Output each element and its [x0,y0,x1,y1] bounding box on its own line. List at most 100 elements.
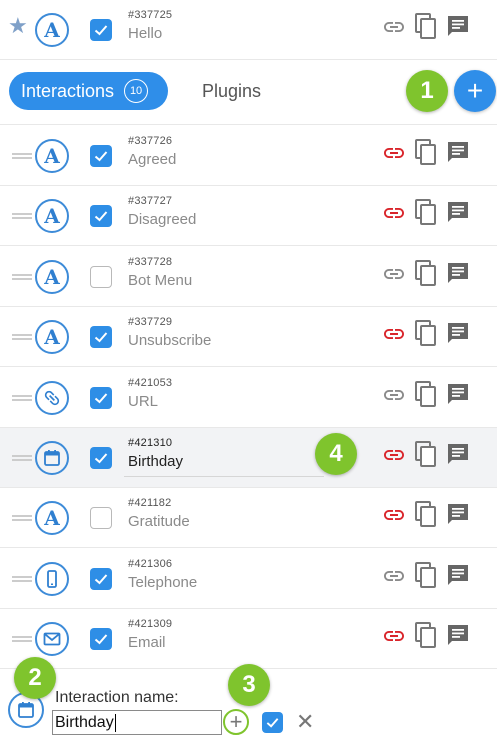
interaction-name[interactable]: Telephone [128,574,197,591]
interaction-id: #421053 [128,376,173,389]
enabled-checkbox[interactable] [90,265,112,288]
interaction-name[interactable]: Unsubscribe [128,332,211,349]
enabled-checkbox[interactable] [90,386,112,409]
link-icon[interactable] [382,201,406,230]
interaction-name[interactable]: Bot Menu [128,272,192,289]
link-icon[interactable] [382,383,406,412]
copy-icon[interactable] [414,12,438,45]
comment-icon[interactable] [446,502,470,531]
link-icon[interactable] [382,262,406,291]
interaction-name[interactable]: Gratitude [128,513,190,530]
copy-icon[interactable] [414,440,438,473]
interaction-row[interactable]: A #337727 Disagreed [0,186,497,247]
interaction-name[interactable]: Disagreed [128,211,196,228]
interaction-name[interactable]: Agreed [128,151,176,168]
drag-handle-icon[interactable] [12,213,32,220]
enabled-checkbox[interactable] [90,145,112,167]
drag-handle-icon[interactable] [12,153,32,159]
step-badge-2: 2 [14,657,56,699]
copy-icon[interactable] [414,138,438,171]
name-edit-underline [124,476,324,477]
cancel-button[interactable]: ✕ [296,711,314,733]
interaction-row[interactable]: #421306 Telephone [0,548,497,609]
enabled-checkbox[interactable] [90,205,112,228]
interaction-name[interactable]: URL [128,393,158,410]
tab-interactions-label: Interactions [21,80,115,101]
comment-icon[interactable] [446,14,470,43]
interaction-row[interactable]: A #337728 Bot Menu [0,246,497,307]
drag-handle-icon[interactable] [12,273,32,280]
comment-icon[interactable] [446,382,470,411]
enabled-checkbox[interactable] [90,507,112,530]
enabled-checkbox[interactable] [90,628,112,651]
interaction-name[interactable]: Email [128,634,166,651]
interaction-id: #421310 [128,437,173,449]
interaction-row[interactable]: #421310 Birthday [0,428,497,488]
drag-handle-icon[interactable] [12,455,32,461]
copy-icon[interactable] [414,621,438,654]
step-badge-3: 3 [228,664,270,706]
interaction-id: #337728 [128,255,173,268]
star-icon[interactable]: ★ [8,15,28,37]
enabled-checkbox[interactable] [90,567,112,590]
tab-interactions[interactable]: Interactions 10 [9,72,168,110]
interaction-name-input[interactable]: Birthday [52,710,222,735]
drag-handle-icon[interactable] [12,575,32,582]
comment-icon[interactable] [446,563,470,592]
interaction-name-label: Interaction name: [55,689,179,706]
text-icon: A [35,13,69,47]
comment-icon[interactable] [446,321,470,350]
add-plus-button[interactable]: + [223,709,249,735]
drag-handle-icon[interactable] [12,515,32,522]
interaction-row[interactable]: #421053 URL [0,367,497,428]
interaction-name-value: Birthday [55,714,114,731]
text-icon: A [35,199,69,234]
link-icon[interactable] [382,503,406,532]
comment-icon[interactable] [446,623,470,652]
interaction-id: #421309 [128,618,173,631]
interaction-name[interactable]: Hello [128,25,162,42]
text-icon: A [35,320,69,355]
text-caret [114,713,116,732]
interaction-id: #421182 [128,497,172,510]
link-icon[interactable] [382,141,406,170]
link-icon[interactable] [382,322,406,351]
comment-icon[interactable] [446,442,470,471]
interaction-row[interactable]: A #421182 Gratitude [0,488,497,549]
text-icon: A [35,501,69,536]
interaction-row[interactable]: #421309 Email [0,609,497,670]
copy-icon[interactable] [414,259,438,292]
text-icon: A [35,259,69,294]
link-icon[interactable] [382,564,406,593]
tab-plugins[interactable]: Plugins [202,81,261,102]
drag-handle-icon[interactable] [12,394,32,401]
interaction-name[interactable]: Birthday [128,453,183,470]
drag-handle-icon[interactable] [12,636,32,643]
copy-icon[interactable] [414,500,438,533]
interaction-id: #337726 [128,135,173,147]
interaction-row[interactable]: A #337726 Agreed [0,126,497,186]
comment-icon[interactable] [446,261,470,290]
confirm-checkbox[interactable] [262,712,283,733]
enabled-checkbox[interactable] [90,447,112,469]
step-badge-1: 1 [406,70,448,112]
interaction-row[interactable]: A #337729 Unsubscribe [0,307,497,368]
comment-icon[interactable] [446,140,470,169]
link-icon[interactable] [382,443,406,472]
comment-icon[interactable] [446,200,470,229]
copy-icon[interactable] [414,319,438,352]
enabled-checkbox[interactable] [90,326,112,349]
interaction-id: #337725 [128,9,173,21]
link-icon[interactable] [382,15,406,44]
interactions-count-badge: 10 [124,79,149,103]
drag-handle-icon[interactable] [12,334,32,341]
link-icon[interactable] [382,624,406,653]
interaction-id: #421306 [128,557,173,570]
interaction-row-hello[interactable]: ★ A #337725 Hello [0,0,497,60]
copy-icon[interactable] [414,198,438,231]
copy-icon[interactable] [414,380,438,413]
interaction-id: #337729 [128,316,173,329]
add-interaction-button[interactable]: + [454,70,496,112]
enabled-checkbox[interactable] [90,19,112,41]
copy-icon[interactable] [414,561,438,594]
